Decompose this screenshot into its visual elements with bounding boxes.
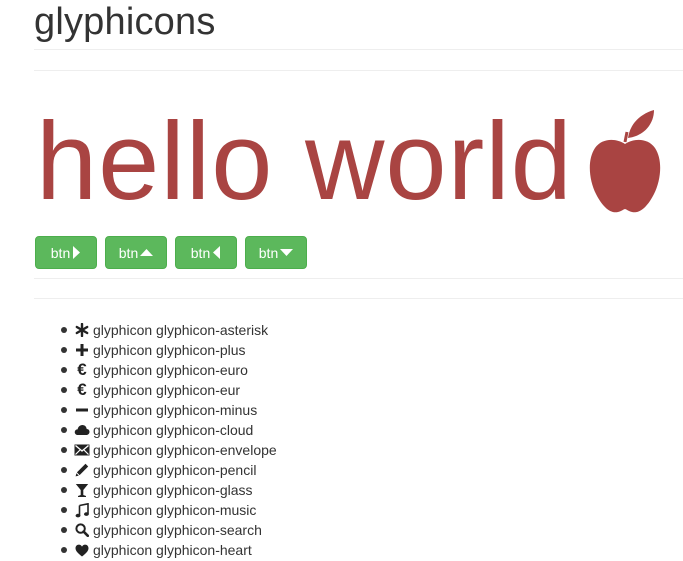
hero-text: hello world (36, 100, 573, 223)
button-label: btn (258, 244, 279, 261)
divider (34, 70, 683, 71)
btn-triangle-bottom-button[interactable]: btn (245, 236, 307, 269)
btn-triangle-top-button[interactable]: btn (105, 236, 167, 269)
search-icon (74, 522, 90, 538)
triangle-right-icon (73, 246, 81, 259)
button-label: btn (118, 244, 139, 261)
divider (34, 278, 683, 279)
list-item-label: glyphicon glyphicon-plus (93, 342, 246, 358)
btn-triangle-left-button[interactable]: btn (175, 236, 237, 269)
list-item-label: glyphicon glyphicon-music (93, 502, 257, 518)
list-item-label: glyphicon glyphicon-asterisk (93, 322, 269, 338)
list-item-label: glyphicon glyphicon-glass (93, 482, 253, 498)
bullet (61, 387, 67, 393)
envelope-icon (74, 442, 90, 458)
euro-icon: € (77, 360, 87, 379)
list-item: glyphicon glyphicon-search (34, 520, 262, 540)
list-item-label: glyphicon glyphicon-envelope (93, 442, 277, 458)
bullet (61, 427, 67, 433)
glass-icon (74, 482, 90, 498)
bullet (61, 487, 67, 493)
triangle-left-icon (213, 246, 221, 259)
bullet (61, 527, 67, 533)
list-item-label: glyphicon glyphicon-eur (93, 382, 241, 398)
list-item-label: glyphicon glyphicon-search (93, 522, 262, 538)
apple-icon (589, 110, 661, 213)
list-item: glyphicon glyphicon-plus (34, 340, 246, 360)
cloud-icon (74, 422, 90, 438)
bullet (61, 367, 67, 373)
list-item: glyphicon glyphicon-cloud (34, 420, 253, 440)
eur-icon: € (77, 380, 87, 399)
bullet (61, 327, 67, 333)
bullet (61, 447, 67, 453)
minus-icon (74, 402, 90, 418)
list-item-label: glyphicon glyphicon-euro (93, 362, 248, 378)
list-item: glyphicon glyphicon-pencil (34, 460, 256, 480)
button-label: btn (50, 244, 71, 261)
divider (34, 49, 683, 50)
list-item: glyphicon glyphicon-music (34, 500, 256, 520)
list-item: glyphicon glyphicon-asterisk (34, 320, 268, 340)
plus-icon (74, 342, 90, 358)
list-item-label: glyphicon glyphicon-heart (93, 542, 252, 558)
list-item: € glyphicon glyphicon-euro (34, 360, 248, 380)
page-title: glyphicons (34, 1, 216, 43)
bullet (61, 347, 67, 353)
bullet (61, 467, 67, 473)
asterisk-icon (74, 322, 90, 338)
bullet (61, 547, 67, 553)
triangle-top-icon (140, 249, 154, 256)
button-label: btn (190, 244, 211, 261)
button-row: btn btn btn btn (35, 236, 307, 269)
pencil-icon (74, 462, 90, 478)
list-item: glyphicon glyphicon-heart (34, 540, 252, 560)
list-item: glyphicon glyphicon-minus (34, 400, 257, 420)
list-item-label: glyphicon glyphicon-minus (93, 402, 258, 418)
list-item: glyphicon glyphicon-envelope (34, 440, 277, 460)
music-icon (74, 502, 90, 518)
heart-icon (74, 542, 90, 558)
glyphicon-list: glyphicon glyphicon-asterisk glyphicon g… (34, 320, 277, 560)
triangle-bottom-icon (280, 249, 294, 256)
bullet (61, 407, 67, 413)
bullet (61, 507, 67, 513)
list-item-label: glyphicon glyphicon-cloud (93, 422, 254, 438)
btn-triangle-right-button[interactable]: btn (35, 236, 97, 269)
list-item: glyphicon glyphicon-glass (34, 480, 253, 500)
divider (34, 298, 683, 299)
list-item: € glyphicon glyphicon-eur (34, 380, 240, 400)
list-item-label: glyphicon glyphicon-pencil (93, 462, 257, 478)
